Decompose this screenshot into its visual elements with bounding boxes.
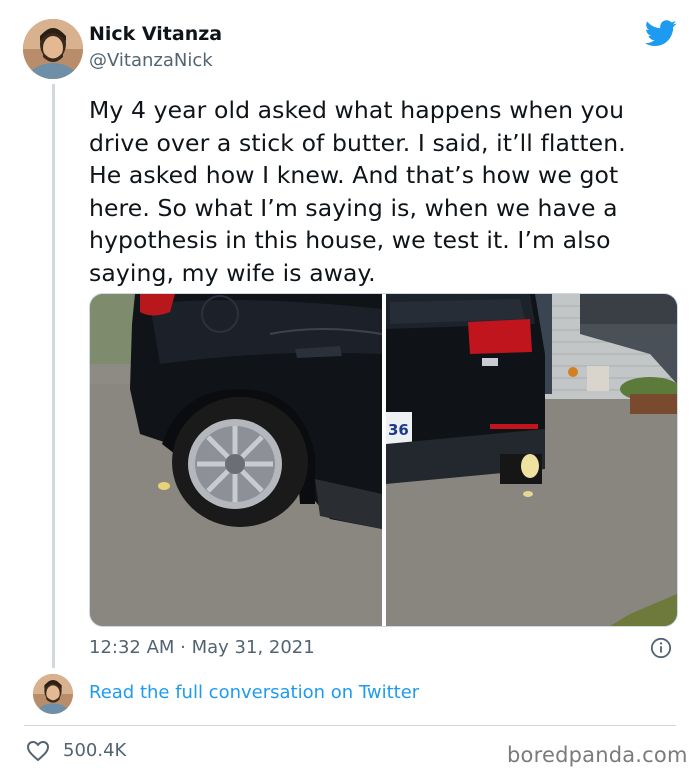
like-count: 500.4K: [63, 740, 127, 761]
info-icon[interactable]: [650, 637, 672, 659]
tweet-text: My 4 year old asked what happens when yo…: [89, 96, 626, 287]
tweet-timestamp[interactable]: 12:32 AM · May 31, 2021: [89, 637, 315, 659]
author-avatar[interactable]: [23, 19, 83, 79]
tweet-media[interactable]: 36: [89, 293, 678, 627]
photo-left[interactable]: [90, 294, 383, 626]
twitter-bird-icon[interactable]: [645, 20, 677, 47]
heart-icon[interactable]: [26, 740, 50, 762]
thread-line: [52, 84, 55, 668]
author-handle[interactable]: @VitanzaNick: [89, 50, 213, 72]
photo-right[interactable]: 36: [386, 294, 677, 626]
divider: [24, 725, 676, 726]
read-full-conversation-link[interactable]: Read the full conversation on Twitter: [89, 682, 419, 704]
reply-avatar[interactable]: [33, 674, 73, 714]
author-display-name[interactable]: Nick Vitanza: [89, 22, 222, 46]
license-plate-number: 36: [388, 421, 409, 439]
watermark: boredpanda.com: [507, 743, 688, 767]
